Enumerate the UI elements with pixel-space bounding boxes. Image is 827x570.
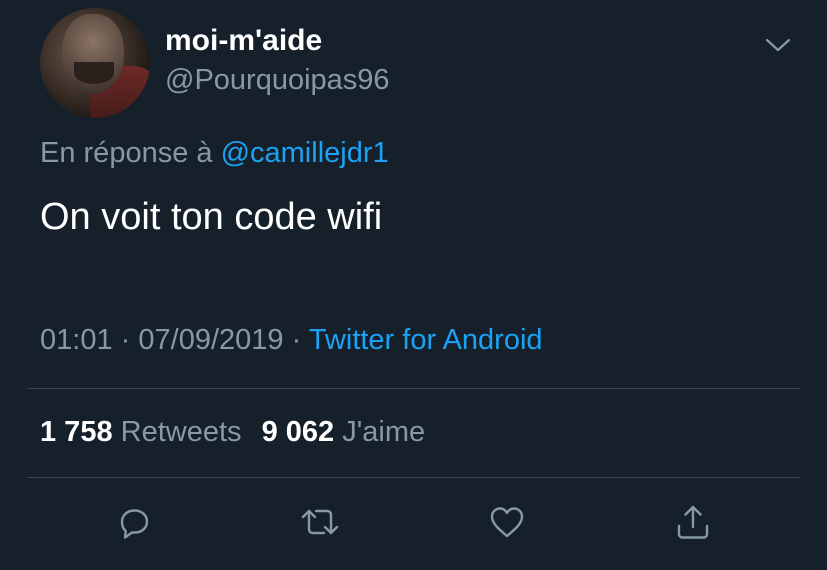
- retweets-label: Retweets: [120, 416, 242, 448]
- reply-context: En réponse à @camillejdr1: [40, 137, 389, 170]
- likes-stat[interactable]: 9 062 J'aime: [262, 416, 426, 448]
- avatar-beard: [74, 62, 114, 84]
- meta-separator: ·: [291, 324, 302, 356]
- tweet-text: On voit ton code wifi: [40, 196, 383, 238]
- likes-label: J'aime: [342, 416, 426, 448]
- divider: [27, 388, 800, 389]
- retweet-icon[interactable]: [300, 502, 340, 542]
- likes-count: 9 062: [261, 416, 335, 448]
- meta-separator: ·: [120, 324, 131, 356]
- tweet-stats: 1 758 Retweets 9 062 J'aime: [40, 416, 425, 449]
- retweets-stat[interactable]: 1 758 Retweets: [40, 416, 250, 448]
- reply-icon[interactable]: [114, 502, 154, 542]
- tweet-time: 01:01: [40, 324, 113, 356]
- heart-icon[interactable]: [487, 502, 527, 542]
- tweet-source-link[interactable]: Twitter for Android: [309, 324, 543, 356]
- avatar[interactable]: [40, 8, 150, 118]
- share-icon[interactable]: [673, 502, 713, 542]
- tweet-date: 07/09/2019: [138, 324, 284, 356]
- retweets-count: 1 758: [40, 416, 113, 448]
- divider: [27, 477, 800, 478]
- display-name[interactable]: moi-m'aide: [165, 24, 322, 58]
- tweet-meta: 01:01 · 07/09/2019 · Twitter for Android: [40, 324, 543, 357]
- tweet-detail: moi-m'aide @Pourquoipas96 En réponse à @…: [0, 0, 827, 570]
- user-handle[interactable]: @Pourquoipas96: [165, 64, 390, 97]
- reply-prefix: En réponse à: [40, 137, 213, 169]
- chevron-down-icon[interactable]: [764, 34, 792, 56]
- reply-mention-link[interactable]: @camillejdr1: [221, 137, 389, 169]
